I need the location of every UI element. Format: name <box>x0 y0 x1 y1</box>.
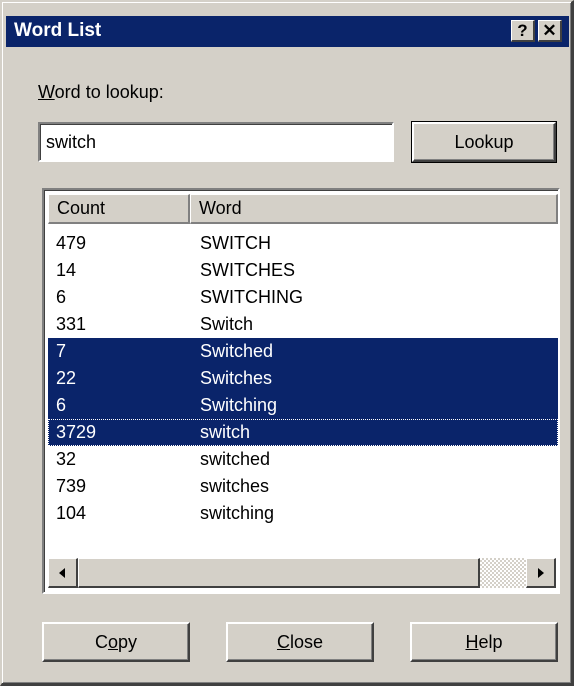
window-title: Word List <box>14 20 102 41</box>
list-item[interactable]: 739 switches <box>48 473 558 500</box>
scroll-thumb[interactable] <box>78 558 480 588</box>
lookup-label: Word to lookup: <box>38 82 164 102</box>
word-cell: Switching <box>200 395 278 415</box>
word-lookup-field[interactable] <box>38 122 394 162</box>
scroll-right-button[interactable] <box>526 558 556 588</box>
word-cell: switching <box>200 503 275 523</box>
title-bar[interactable]: Word List ? ✕ <box>6 16 569 47</box>
count-cell: 6 <box>56 287 67 307</box>
count-cell: 32 <box>56 449 77 469</box>
count-cell: 3729 <box>56 422 97 442</box>
list-item[interactable]: 7 Switched <box>48 338 558 365</box>
list-item[interactable]: 6 SWITCHING <box>48 284 558 311</box>
list-item[interactable]: 32 switched <box>48 446 558 473</box>
scroll-left-button[interactable] <box>48 558 78 588</box>
scroll-track[interactable] <box>480 558 526 588</box>
list-item[interactable]: 331 Switch <box>48 311 558 338</box>
lookup-button[interactable]: Lookup <box>411 121 557 163</box>
arrow-right-icon <box>538 568 544 578</box>
column-header-count[interactable]: Count <box>48 194 190 224</box>
count-cell: 739 <box>56 476 87 496</box>
close-icon: ✕ <box>542 21 557 40</box>
word-lookup-input[interactable] <box>40 124 392 160</box>
word-cell: Switches <box>200 368 273 388</box>
close-button[interactable]: Close <box>226 622 374 662</box>
list-item[interactable]: 479 SWITCH <box>48 230 558 257</box>
word-list-dialog: Word List ? ✕ Word to lookup: Lookup Cou… <box>0 0 574 686</box>
help-button[interactable]: Help <box>410 622 558 662</box>
count-cell: 331 <box>56 314 87 334</box>
copy-button[interactable]: Copy <box>42 622 190 662</box>
word-cell: SWITCHES <box>200 260 296 280</box>
close-title-button[interactable]: ✕ <box>538 20 562 42</box>
word-cell: SWITCH <box>200 233 271 253</box>
list-item[interactable]: 22 Switches <box>48 365 558 392</box>
horizontal-scrollbar[interactable] <box>48 558 556 588</box>
help-title-button[interactable]: ? <box>511 20 535 42</box>
word-cell: switches <box>200 476 270 496</box>
word-list-rows: 479 SWITCH 14 SWITCHES 6 SWITCHING 331 Switch 7 S… <box>48 230 558 527</box>
word-cell: switched <box>200 449 271 469</box>
list-item[interactable]: 3729 switch <box>48 419 558 446</box>
word-list-view[interactable]: Count Word 479 SWITCH 14 SWITCHES 6 SWITCHING… <box>42 188 560 594</box>
count-cell: 22 <box>56 368 77 388</box>
word-cell: switch <box>200 422 251 442</box>
question-icon: ? <box>517 21 528 40</box>
count-cell: 7 <box>56 341 67 361</box>
count-cell: 14 <box>56 260 77 280</box>
arrow-left-icon <box>59 568 65 578</box>
list-item[interactable]: 104 switching <box>48 500 558 527</box>
list-item[interactable]: 6 Switching <box>48 392 558 419</box>
count-cell: 104 <box>56 503 87 523</box>
column-header-word[interactable]: Word <box>190 194 558 224</box>
word-cell: Switch <box>200 314 254 334</box>
count-cell: 479 <box>56 233 87 253</box>
word-cell: SWITCHING <box>200 287 303 307</box>
count-cell: 6 <box>56 395 67 415</box>
word-cell: Switched <box>200 341 274 361</box>
list-item[interactable]: 14 SWITCHES <box>48 257 558 284</box>
